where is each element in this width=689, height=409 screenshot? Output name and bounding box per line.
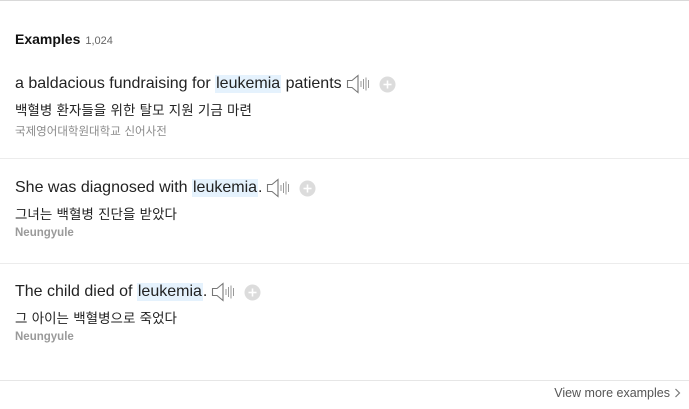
footer-divider — [0, 380, 689, 381]
example-translation: 그 아이는 백혈병으로 죽었다 — [15, 311, 177, 327]
speaker-icon[interactable] — [266, 178, 290, 198]
keyword-highlight: leukemia — [136, 283, 203, 301]
sentence-text: . — [202, 283, 208, 300]
keyword-highlight: leukemia — [192, 179, 259, 197]
example-sentence: She was diagnosed with leukemia. — [15, 177, 689, 199]
sentence-text: She was diagnosed with — [15, 179, 192, 196]
section-title: Examples — [15, 31, 81, 47]
divider — [0, 158, 689, 159]
divider — [0, 263, 689, 264]
example-item: She was diagnosed with leukemia. 그녀는 백혈병… — [15, 177, 689, 243]
plus-circle-icon[interactable] — [379, 76, 396, 93]
speaker-icon[interactable] — [211, 282, 235, 302]
examples-count: 1,024 — [85, 35, 113, 47]
example-item: a baldacious fundraising for leukemia pa… — [15, 73, 689, 139]
sentence-text: The child died of — [15, 283, 137, 300]
example-translation: 그녀는 백혈병 진단을 받았다 — [15, 207, 177, 223]
view-more-label: View more examples — [554, 386, 670, 400]
example-translation: 백혈병 환자들을 위한 탈모 지원 기금 마련 — [15, 103, 252, 119]
plus-circle-icon[interactable] — [244, 284, 261, 301]
sentence-text: patients — [281, 75, 342, 92]
chevron-right-icon — [675, 388, 681, 398]
sentence-text: a baldacious fundraising for — [15, 75, 216, 92]
examples-header: Examples 1,024 — [15, 31, 113, 49]
example-source: Neungyule — [15, 227, 74, 239]
view-more-examples-link[interactable]: View more examples — [554, 386, 681, 400]
sentence-text: . — [258, 179, 263, 196]
example-sentence: a baldacious fundraising for leukemia pa… — [15, 73, 689, 95]
top-border — [0, 0, 689, 1]
example-sentence: The child died of leukemia. — [15, 281, 689, 303]
example-source: Neungyule — [15, 331, 74, 343]
plus-circle-icon[interactable] — [299, 180, 316, 197]
speaker-icon[interactable] — [346, 74, 370, 94]
example-source: 국제영어대학원대학교 신어사전 — [15, 124, 167, 138]
keyword-highlight: leukemia — [215, 75, 282, 93]
example-item: The child died of leukemia. 그 아이는 백혈병으로 … — [15, 281, 689, 347]
